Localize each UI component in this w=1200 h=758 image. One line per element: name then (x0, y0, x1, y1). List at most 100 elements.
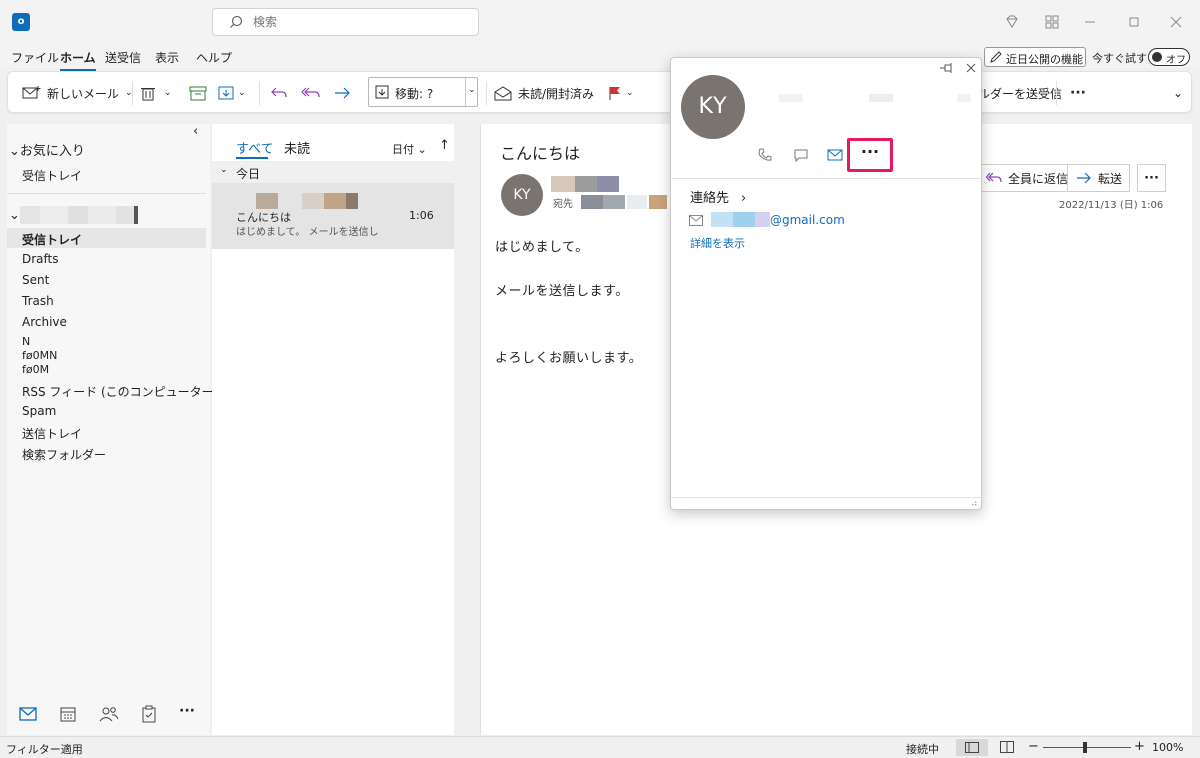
maximize-icon[interactable] (1122, 10, 1146, 34)
favorites-header[interactable]: ⌄お気に入り (9, 140, 85, 159)
zoom-out-icon[interactable]: − (1028, 739, 1039, 754)
close-card-icon[interactable] (965, 62, 977, 74)
tab-send-receive[interactable]: 送受信 (105, 49, 141, 66)
sort-by-date[interactable]: 日付 ⌄ (392, 141, 427, 157)
tab-view[interactable]: 表示 (155, 49, 179, 66)
contact-card-popup: KY ··· 連絡先 › @gmail.com 詳細を表示 ⠴ (670, 57, 982, 510)
folder-inbox[interactable]: 受信トレイ (22, 231, 82, 248)
body-line-1: はじめまして。 (495, 240, 589, 255)
minimize-icon[interactable] (1078, 10, 1102, 34)
redacted-block (256, 193, 278, 209)
card-more-button[interactable]: ··· (847, 138, 893, 172)
redacted-block (551, 176, 575, 192)
unread-read-button[interactable]: 未読/開封済み (494, 80, 594, 106)
reading-more-button[interactable]: ··· (1137, 164, 1166, 192)
ribbon-expand-icon[interactable]: ⌄ (1173, 80, 1183, 106)
phone-icon[interactable] (757, 147, 773, 163)
message-list-item[interactable]: こんにちは 1:06 はじめまして。 メールを送信し (212, 183, 454, 249)
move-dropdown[interactable]: 移動: ? ⌄ (368, 77, 478, 107)
chevron-right-icon: › (741, 191, 747, 206)
ribbon-more-button[interactable]: ··· (1070, 80, 1086, 106)
filter-status: フィルター適用 (6, 743, 83, 756)
new-mail-button[interactable]: 新しいメール ⌄ (22, 80, 133, 106)
group-header-today[interactable]: ⌄ 今日 (212, 161, 454, 183)
folder-outbox[interactable]: 送信トレイ (22, 425, 82, 442)
contacts-link[interactable]: 連絡先 › (690, 187, 746, 206)
redacted-block (957, 94, 971, 102)
divider (1056, 81, 1057, 105)
folder-n[interactable]: N (22, 335, 30, 348)
delete-button[interactable]: ⌄ (140, 80, 172, 106)
flag-button[interactable]: ⌄ (608, 80, 634, 106)
email-icon[interactable] (827, 148, 843, 162)
zoom-level[interactable]: 100% (1152, 741, 1183, 754)
close-window-icon[interactable] (1164, 10, 1188, 34)
trash-icon (140, 85, 156, 101)
apps-grid-icon[interactable] (1040, 10, 1064, 34)
zoom-slider[interactable] (1043, 747, 1131, 748)
redacted-block (20, 206, 40, 224)
reply-button[interactable] (270, 80, 288, 106)
zoom-in-icon[interactable]: + (1134, 739, 1145, 754)
favorite-inbox[interactable]: 受信トレイ (22, 167, 82, 184)
show-details-link[interactable]: 詳細を表示 (690, 235, 745, 251)
folder-f0m[interactable]: fø0M (22, 363, 49, 376)
reading-view-icon[interactable] (1000, 741, 1014, 753)
try-now-toggle[interactable]: オフ (1148, 48, 1190, 66)
folder-sent[interactable]: Sent (22, 273, 49, 287)
try-now-label: 今すぐ試す (1092, 52, 1147, 65)
coming-soon-button[interactable]: 近日公開の機能 (984, 47, 1086, 67)
collapse-pane-icon[interactable]: ‹ (193, 124, 198, 139)
archive-button[interactable] (189, 80, 207, 106)
folder-f0mn[interactable]: fø0MN (22, 349, 57, 362)
calendar-icon[interactable] (59, 705, 77, 723)
normal-view-button[interactable] (956, 739, 988, 756)
tab-home[interactable]: ホーム (60, 49, 96, 71)
connection-status: 接続中 (906, 743, 939, 756)
redacted-block (346, 193, 358, 209)
more-apps-icon[interactable]: ··· (179, 703, 195, 719)
move-dropdown-arrow[interactable]: ⌄ (465, 78, 477, 106)
email-date: 2022/11/13 (日) 1:06 (1059, 200, 1164, 211)
redacted-block (302, 193, 324, 209)
chat-icon[interactable] (793, 147, 809, 163)
diamond-icon[interactable] (1000, 10, 1024, 34)
sender-avatar[interactable]: KY (501, 174, 543, 216)
sort-direction-icon[interactable]: ↑ (439, 138, 450, 153)
tab-help[interactable]: ヘルプ (196, 49, 232, 66)
reply-all-icon (986, 171, 1002, 185)
resize-grip-icon[interactable]: ⠴ (971, 499, 978, 509)
folder-trash[interactable]: Trash (22, 294, 54, 308)
folder-archive[interactable]: Archive (22, 315, 67, 329)
contact-email-link[interactable]: @gmail.com (770, 213, 845, 227)
tab-unread[interactable]: 未読 (284, 138, 310, 157)
forward-button[interactable]: 転送 (1068, 164, 1130, 192)
folder-search[interactable]: 検索フォルダー (22, 446, 106, 463)
group-label: 今日 (236, 167, 261, 181)
reply-all-button[interactable]: 全員に返信 (979, 164, 1068, 192)
tasks-icon[interactable] (141, 705, 157, 723)
account-header[interactable]: ⌄ (9, 208, 20, 223)
body-line-3: よろしくお願いします。 (495, 351, 643, 366)
forward-button[interactable] (333, 80, 351, 106)
zoom-slider-thumb[interactable] (1083, 742, 1087, 753)
pin-icon[interactable] (939, 62, 955, 74)
tab-all[interactable]: すべて (236, 138, 274, 157)
folder-drafts[interactable]: Drafts (22, 252, 59, 266)
folder-spam[interactable]: Spam (22, 404, 56, 418)
mail-icon[interactable] (19, 707, 37, 721)
move-label: 移動: ? (395, 87, 434, 101)
search-box[interactable] (212, 8, 479, 36)
tab-file[interactable]: ファイル (11, 49, 59, 66)
redacted-block (40, 206, 68, 224)
people-icon[interactable] (99, 705, 119, 723)
reply-all-button[interactable] (301, 80, 321, 106)
divider (7, 193, 206, 194)
new-mail-label: 新しいメール (47, 86, 120, 101)
status-bar: フィルター適用 接続中 − + 100% (0, 736, 1200, 758)
move-to-button[interactable]: ⌄ (218, 80, 246, 106)
send-receive-folder-button[interactable]: ルダーを送受信 (978, 80, 1062, 106)
folder-rss[interactable]: RSS フィード (このコンピューターのみ) (22, 383, 242, 400)
redacted-block (649, 195, 667, 209)
search-input[interactable] (253, 14, 453, 30)
